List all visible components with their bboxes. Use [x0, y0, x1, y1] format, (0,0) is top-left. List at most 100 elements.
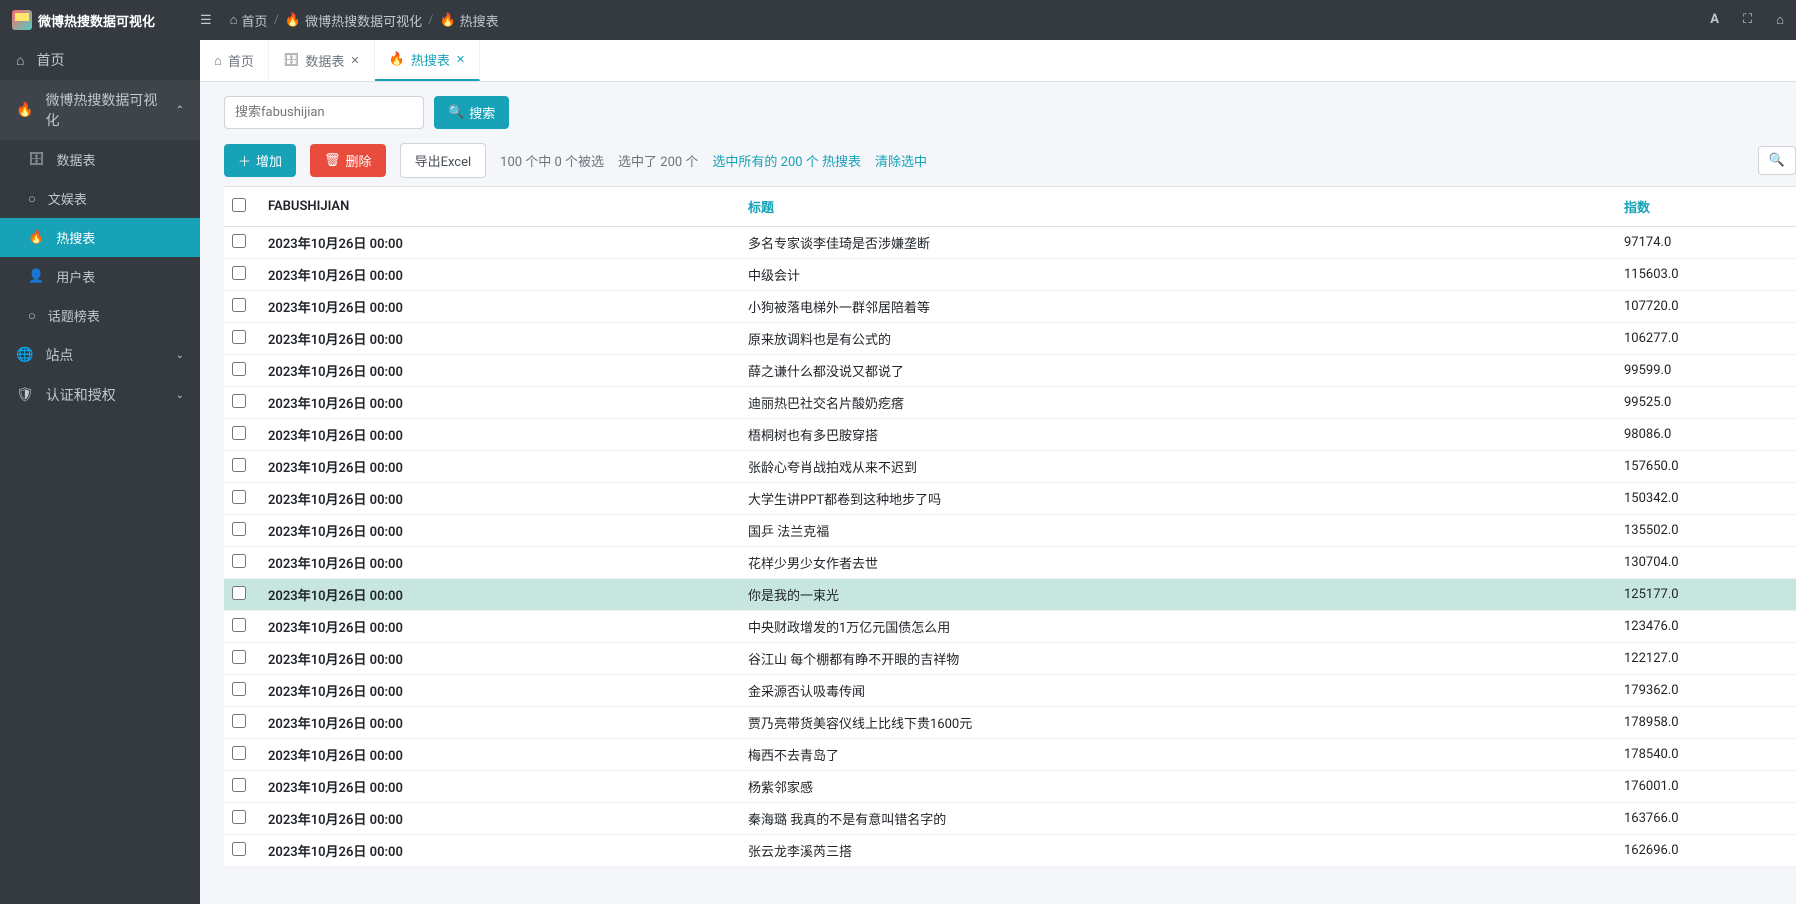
- table-row[interactable]: 2023年10月26日 00:00梅西不去青岛了178540.0: [224, 739, 1796, 771]
- sidebar-home[interactable]: ⌂ 首页: [0, 40, 200, 80]
- close-icon[interactable]: ✕: [456, 53, 465, 66]
- row-checkbox[interactable]: [232, 842, 246, 856]
- col-fabushijian[interactable]: FABUSHIJIAN: [260, 187, 740, 227]
- cell-date[interactable]: 2023年10月26日 00:00: [260, 419, 740, 451]
- cell-date[interactable]: 2023年10月26日 00:00: [260, 835, 740, 867]
- cell-date[interactable]: 2023年10月26日 00:00: [260, 579, 740, 611]
- font-icon[interactable]: A: [1710, 12, 1719, 28]
- table-row[interactable]: 2023年10月26日 00:00杨紫邻家感176001.0: [224, 771, 1796, 803]
- table-row[interactable]: 2023年10月26日 00:00多名专家谈李佳琦是否涉嫌垄断97174.0: [224, 227, 1796, 259]
- col-index[interactable]: 指数: [1616, 187, 1796, 227]
- database-icon: 🗄: [28, 152, 45, 167]
- cell-date[interactable]: 2023年10月26日 00:00: [260, 515, 740, 547]
- cell-date[interactable]: 2023年10月26日 00:00: [260, 227, 740, 259]
- cell-date[interactable]: 2023年10月26日 00:00: [260, 323, 740, 355]
- cell-title: 迪丽热巴社交名片酸奶疙瘩: [740, 387, 1616, 419]
- cell-date[interactable]: 2023年10月26日 00:00: [260, 771, 740, 803]
- cell-date[interactable]: 2023年10月26日 00:00: [260, 739, 740, 771]
- cell-date[interactable]: 2023年10月26日 00:00: [260, 675, 740, 707]
- row-checkbox[interactable]: [232, 618, 246, 632]
- sidebar-item-数据表[interactable]: 🗄数据表: [0, 140, 200, 179]
- row-checkbox[interactable]: [232, 394, 246, 408]
- row-checkbox[interactable]: [232, 234, 246, 248]
- sidebar-item-label: 话题榜表: [48, 306, 100, 325]
- cell-date[interactable]: 2023年10月26日 00:00: [260, 451, 740, 483]
- clear-selection-link[interactable]: 清除选中: [875, 151, 927, 170]
- menu-toggle-icon[interactable]: ☰: [200, 13, 212, 28]
- row-checkbox[interactable]: [232, 746, 246, 760]
- delete-button[interactable]: 🗑 删除: [310, 144, 386, 177]
- row-checkbox[interactable]: [232, 426, 246, 440]
- cell-date[interactable]: 2023年10月26日 00:00: [260, 291, 740, 323]
- row-checkbox[interactable]: [232, 490, 246, 504]
- search-input[interactable]: [224, 96, 424, 129]
- row-checkbox[interactable]: [232, 458, 246, 472]
- row-checkbox[interactable]: [232, 266, 246, 280]
- table-row[interactable]: 2023年10月26日 00:00张云龙李溪芮三搭162696.0: [224, 835, 1796, 867]
- sidebar-item-文娱表[interactable]: ○文娱表: [0, 179, 200, 218]
- row-checkbox[interactable]: [232, 778, 246, 792]
- cell-date[interactable]: 2023年10月26日 00:00: [260, 355, 740, 387]
- search-button[interactable]: 🔍 搜索: [434, 96, 509, 129]
- sidebar-item-用户表[interactable]: 👤用户表: [0, 257, 200, 296]
- table-row[interactable]: 2023年10月26日 00:00国乒 法兰克福135502.0: [224, 515, 1796, 547]
- row-checkbox[interactable]: [232, 586, 246, 600]
- home-icon[interactable]: ⌂: [1776, 12, 1784, 28]
- table-row[interactable]: 2023年10月26日 00:00贾乃亮带货美容仪线上比线下贵1600元1789…: [224, 707, 1796, 739]
- tab-数据表[interactable]: 🗄数据表✕: [269, 40, 375, 81]
- select-all-checkbox[interactable]: [232, 198, 246, 212]
- cell-date[interactable]: 2023年10月26日 00:00: [260, 611, 740, 643]
- table-row[interactable]: 2023年10月26日 00:00小狗被落电梯外一群邻居陪着等107720.0: [224, 291, 1796, 323]
- table-row[interactable]: 2023年10月26日 00:00秦海璐 我真的不是有意叫错名字的163766.…: [224, 803, 1796, 835]
- row-checkbox[interactable]: [232, 330, 246, 344]
- row-checkbox[interactable]: [232, 362, 246, 376]
- table-row[interactable]: 2023年10月26日 00:00迪丽热巴社交名片酸奶疙瘩99525.0: [224, 387, 1796, 419]
- table-row[interactable]: 2023年10月26日 00:00金采源否认吸毒传闻179362.0: [224, 675, 1796, 707]
- circle-icon: ○: [28, 191, 36, 207]
- cell-date[interactable]: 2023年10月26日 00:00: [260, 387, 740, 419]
- cell-date[interactable]: 2023年10月26日 00:00: [260, 707, 740, 739]
- sidebar-auth[interactable]: 🛡 认证和授权 ⌄: [0, 375, 200, 415]
- cell-title: 贾乃亮带货美容仪线上比线下贵1600元: [740, 707, 1616, 739]
- tab-首页[interactable]: ⌂首页: [200, 40, 269, 81]
- col-title[interactable]: 标题: [740, 187, 1616, 227]
- row-checkbox[interactable]: [232, 714, 246, 728]
- cell-date[interactable]: 2023年10月26日 00:00: [260, 259, 740, 291]
- row-checkbox[interactable]: [232, 522, 246, 536]
- fullscreen-icon[interactable]: ⛶: [1743, 12, 1752, 28]
- table-row[interactable]: 2023年10月26日 00:00谷江山 每个棚都有睁不开眼的吉祥物122127…: [224, 643, 1796, 675]
- row-checkbox[interactable]: [232, 650, 246, 664]
- row-checkbox[interactable]: [232, 554, 246, 568]
- table-row[interactable]: 2023年10月26日 00:00张龄心夸肖战拍戏从来不迟到157650.0: [224, 451, 1796, 483]
- cell-title: 张云龙李溪芮三搭: [740, 835, 1616, 867]
- cell-date[interactable]: 2023年10月26日 00:00: [260, 643, 740, 675]
- add-button[interactable]: ＋ 增加: [224, 144, 296, 177]
- table-row[interactable]: 2023年10月26日 00:00你是我的一束光125177.0: [224, 579, 1796, 611]
- sidebar-item-话题榜表[interactable]: ○话题榜表: [0, 296, 200, 335]
- select-all-link[interactable]: 选中所有的 200 个 热搜表: [712, 151, 861, 170]
- cell-date[interactable]: 2023年10月26日 00:00: [260, 483, 740, 515]
- table-row[interactable]: 2023年10月26日 00:00花样少男少女作者去世130704.0: [224, 547, 1796, 579]
- table-row[interactable]: 2023年10月26日 00:00梧桐树也有多巴胺穿搭98086.0: [224, 419, 1796, 451]
- cell-title: 原来放调料也是有公式的: [740, 323, 1616, 355]
- table-row[interactable]: 2023年10月26日 00:00原来放调料也是有公式的106277.0: [224, 323, 1796, 355]
- sidebar-group-weibo[interactable]: 🔥 微博热搜数据可视化 ⌃: [0, 80, 200, 140]
- breadcrumb-group[interactable]: 🔥 微博热搜数据可视化: [285, 11, 422, 30]
- cell-date[interactable]: 2023年10月26日 00:00: [260, 547, 740, 579]
- sidebar-site[interactable]: 🌐 站点 ⌄: [0, 335, 200, 375]
- table-row[interactable]: 2023年10月26日 00:00大学生讲PPT都卷到这种地步了吗150342.…: [224, 483, 1796, 515]
- close-icon[interactable]: ✕: [350, 54, 359, 67]
- export-excel-button[interactable]: 导出Excel: [400, 143, 487, 178]
- table-row[interactable]: 2023年10月26日 00:00中级会计115603.0: [224, 259, 1796, 291]
- table-row[interactable]: 2023年10月26日 00:00中央财政增发的1万亿元国债怎么用123476.…: [224, 611, 1796, 643]
- row-checkbox[interactable]: [232, 298, 246, 312]
- table-row[interactable]: 2023年10月26日 00:00薛之谦什么都没说又都说了99599.0: [224, 355, 1796, 387]
- cell-date[interactable]: 2023年10月26日 00:00: [260, 803, 740, 835]
- home-icon: ⌂: [16, 52, 24, 69]
- tab-热搜表[interactable]: 🔥热搜表✕: [375, 40, 480, 81]
- sidebar-item-热搜表[interactable]: 🔥热搜表: [0, 218, 200, 257]
- row-checkbox[interactable]: [232, 682, 246, 696]
- filter-search-button[interactable]: 🔍: [1758, 146, 1796, 175]
- row-checkbox[interactable]: [232, 810, 246, 824]
- breadcrumb-home[interactable]: ⌂ 首页: [230, 11, 268, 30]
